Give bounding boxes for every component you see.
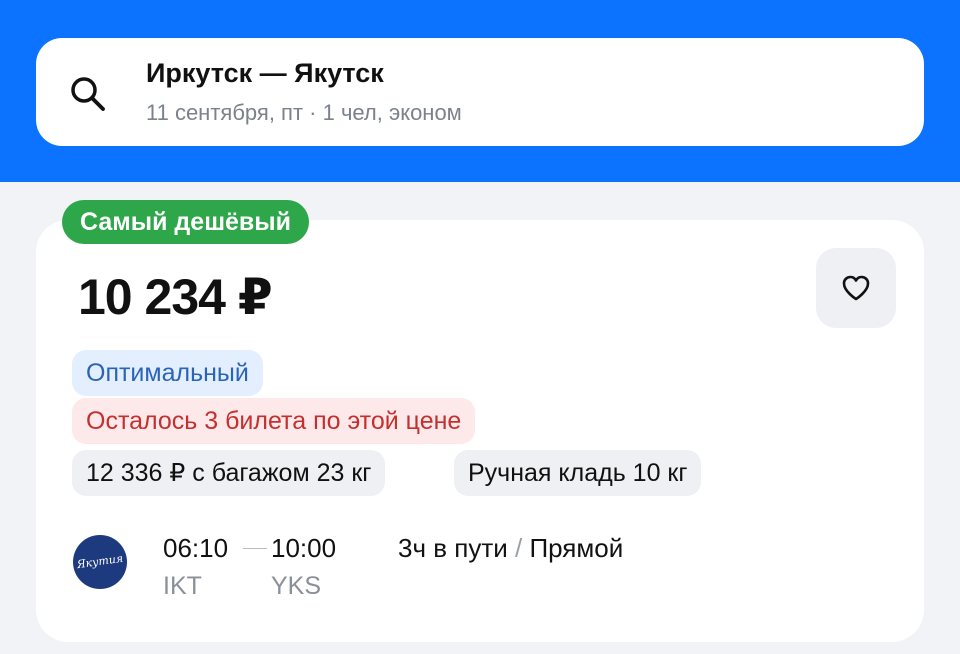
departure-airport-code: IKT [163, 572, 202, 600]
seats-remaining-tag: Осталось 3 билета по этой цене [72, 398, 476, 444]
search-details: 11 сентября, пт · 1 чел, эконом [146, 100, 462, 125]
cheapest-badge: Самый дешёвый [62, 200, 310, 244]
airline-logo: Якутия [73, 535, 127, 589]
ticket-price: 10 234 ₽ [78, 269, 273, 325]
departure-time: 06:10 [163, 533, 229, 563]
airline-logo-text: Якутия [75, 551, 124, 572]
search-bar[interactable] [36, 38, 924, 146]
flight-info: 3ч в пути / Прямой [398, 533, 623, 564]
route-title: Иркутск — Якутск [146, 58, 384, 88]
optimal-tag: Оптимальный [72, 350, 263, 396]
hand-luggage-tag: Ручная кладь 10 кг [454, 450, 702, 496]
favorite-button[interactable] [816, 248, 896, 328]
time-separator [243, 548, 267, 549]
flight-type: Прямой [529, 533, 624, 563]
flight-duration: 3ч в пути [398, 533, 508, 563]
flight-info-separator: / [507, 533, 530, 563]
arrival-time: 10:00 [271, 533, 337, 563]
arrival-airport-code: YKS [271, 572, 322, 600]
search-icon [71, 77, 105, 111]
baggage-tag: 12 336 ₽ с багажом 23 кг [72, 450, 386, 496]
heart-icon [842, 275, 870, 301]
